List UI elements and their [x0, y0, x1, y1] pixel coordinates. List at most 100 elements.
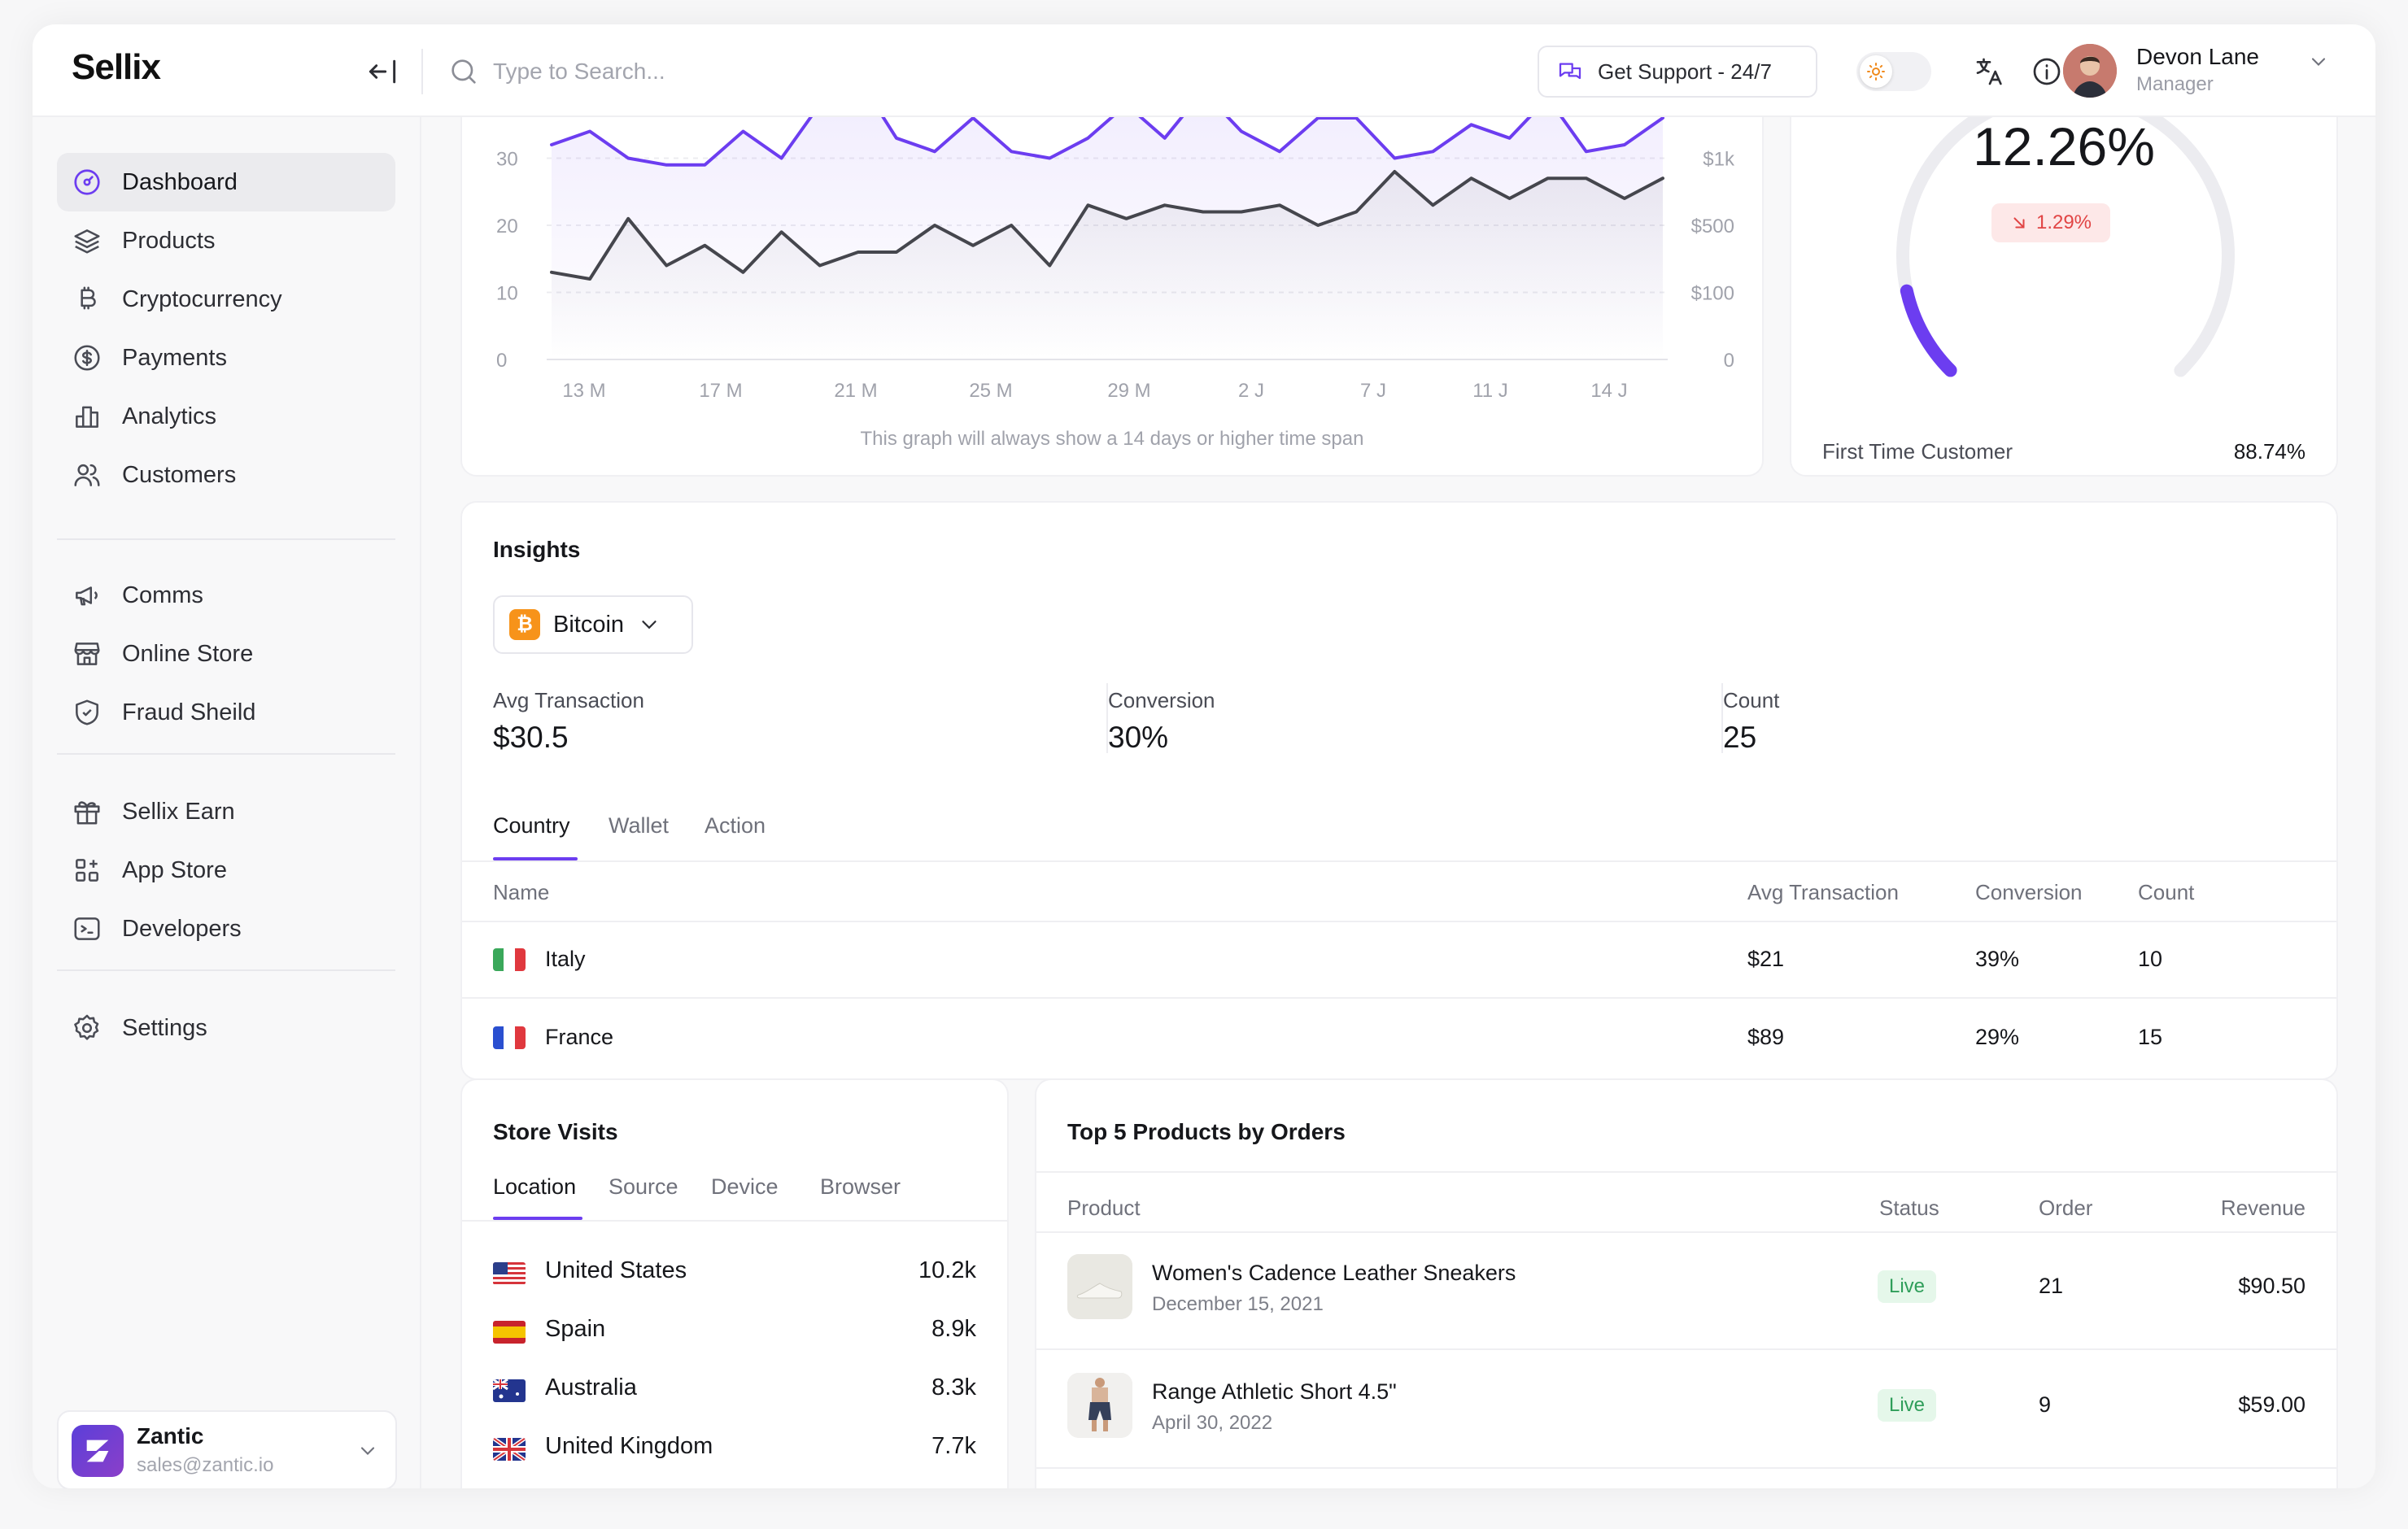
translate-icon[interactable]: [1974, 55, 2006, 88]
info-icon[interactable]: [2031, 55, 2063, 88]
metric-avg-transaction-value: $30.5: [493, 721, 569, 754]
dashboard-icon: [74, 169, 100, 195]
first-time-customer-label: First Time Customer: [1822, 439, 2013, 464]
terminal-icon: [74, 917, 100, 940]
sidebar-item-label: Customers: [122, 461, 237, 488]
product-thumbnail: [1067, 1254, 1132, 1319]
product-name: Women's Cadence Leather Sneakers: [1152, 1261, 1516, 1285]
visit-country: Australia: [545, 1374, 637, 1400]
product-order-count: 9: [2039, 1392, 2052, 1417]
row-avg-transaction: $21: [1747, 947, 1785, 971]
sidebar-item-label: Products: [122, 227, 216, 254]
visit-value: 8.3k: [931, 1374, 976, 1400]
x-axis-tick: 21 M: [834, 380, 877, 402]
row-count: 15: [2138, 1025, 2163, 1049]
row-avg-transaction: $89: [1747, 1025, 1785, 1049]
user-role: Manager: [2136, 73, 2214, 95]
users-icon: [74, 464, 100, 486]
sidebar-item-settings[interactable]: Settings: [57, 999, 395, 1057]
get-support-button[interactable]: Get Support - 24/7: [1538, 46, 1817, 98]
sidebar-item-app-store[interactable]: App Store: [57, 841, 395, 900]
gift-icon: [74, 801, 100, 825]
tab-location[interactable]: Location: [493, 1174, 576, 1200]
tab-country[interactable]: Country: [493, 813, 570, 839]
user-name[interactable]: Devon Lane: [2136, 44, 2259, 70]
tab-wallet[interactable]: Wallet: [609, 813, 669, 839]
top-products-title: Top 5 Products by Orders: [1067, 1119, 1346, 1144]
column-header-revenue: Revenue: [2220, 1196, 2305, 1220]
store-visits-title: Store Visits: [493, 1119, 618, 1144]
chat-support-icon: [1559, 63, 1581, 80]
y-axis-tick-left: 20: [496, 216, 518, 237]
sidebar: Dashboard Products Cryptocurrency Paymen…: [33, 117, 421, 1488]
y-axis-tick-left: 30: [496, 149, 518, 171]
sidebar-item-analytics[interactable]: Analytics: [57, 387, 395, 446]
metric-conversion-label: Conversion: [1108, 688, 1215, 712]
search-icon: [452, 59, 476, 84]
sidebar-item-label: Dashboard: [122, 168, 238, 195]
tab-action[interactable]: Action: [705, 813, 766, 839]
visit-value: 10.2k: [918, 1257, 976, 1283]
sidebar-item-online-store[interactable]: Online Store: [57, 625, 395, 683]
collapse-sidebar-icon[interactable]: [364, 54, 400, 89]
sidebar-item-dashboard[interactable]: Dashboard: [57, 153, 395, 211]
sidebar-item-developers[interactable]: Developers: [57, 900, 395, 958]
sidebar-item-label: Sellix Earn: [122, 798, 235, 825]
user-avatar[interactable]: [2063, 44, 2117, 98]
x-axis-tick: 2 J: [1238, 380, 1264, 402]
store-icon: [74, 643, 100, 665]
uk-flag-icon: [493, 1438, 526, 1461]
gear-icon: [74, 1014, 99, 1040]
zantic-logo: [72, 1425, 124, 1477]
status-badge: Live: [1878, 1270, 1936, 1303]
spain-flag-icon: [493, 1321, 526, 1344]
sidebar-item-fraud-shield[interactable]: Fraud Sheild: [57, 683, 395, 742]
visit-country: United States: [545, 1257, 687, 1283]
chevron-down-icon: [642, 621, 657, 629]
x-axis-tick: 29 M: [1107, 380, 1150, 402]
column-header-name: Name: [493, 880, 550, 904]
search-input[interactable]: [493, 50, 1062, 93]
y-axis-tick-right: $1k: [1703, 149, 1735, 171]
visit-country: Spain: [545, 1316, 606, 1342]
gauge-change-value: 1.29%: [2035, 211, 2092, 233]
layers-icon: [74, 229, 100, 254]
sidebar-item-label: Comms: [122, 582, 203, 608]
y-axis-tick-right: $500: [1691, 216, 1734, 237]
megaphone-icon: [76, 586, 98, 606]
theme-toggle[interactable]: [1856, 52, 1931, 91]
x-axis-tick: 14 J: [1590, 380, 1627, 402]
sidebar-item-cryptocurrency[interactable]: Cryptocurrency: [57, 270, 395, 329]
sidebar-item-products[interactable]: Products: [57, 211, 395, 270]
x-axis-tick: 13 M: [562, 380, 605, 402]
sidebar-item-label: Payments: [122, 344, 227, 371]
arrow-down-right-icon: [2013, 217, 2025, 229]
product-date: April 30, 2022: [1152, 1412, 1273, 1434]
table-header-divider: [1036, 1231, 2336, 1233]
us-flag-icon: [493, 1262, 526, 1285]
column-header-product: Product: [1067, 1196, 1141, 1220]
france-flag-icon: [493, 1026, 526, 1049]
store-switcher[interactable]: Zantic sales@zantic.io: [57, 1410, 397, 1488]
sidebar-item-sellix-earn[interactable]: Sellix Earn: [57, 782, 395, 841]
sidebar-item-payments[interactable]: Payments: [57, 329, 395, 387]
sellix-logo[interactable]: Sellix: [72, 47, 161, 88]
chevron-down-icon[interactable]: [2307, 50, 2330, 73]
italy-flag-icon: [493, 948, 526, 971]
row-count: 10: [2138, 947, 2163, 971]
currency-select[interactable]: ₿ Bitcoin: [493, 595, 693, 654]
sidebar-item-customers[interactable]: Customers: [57, 446, 395, 504]
product-name: Range Athletic Short 4.5": [1152, 1379, 1397, 1404]
sidebar-item-label: Developers: [122, 915, 242, 942]
gauge-value: 12.26%: [1973, 116, 2155, 176]
metric-conversion-value: 30%: [1108, 721, 1169, 754]
sun-icon: [1867, 63, 1885, 81]
tab-source[interactable]: Source: [609, 1174, 678, 1200]
bar-chart-icon: [76, 406, 98, 428]
tab-browser[interactable]: Browser: [820, 1174, 901, 1200]
dollar-circle-icon: [74, 345, 100, 371]
sidebar-item-comms[interactable]: Comms: [57, 566, 395, 625]
tab-device[interactable]: Device: [711, 1174, 779, 1200]
status-badge: Live: [1878, 1389, 1936, 1422]
apps-icon: [76, 859, 98, 882]
